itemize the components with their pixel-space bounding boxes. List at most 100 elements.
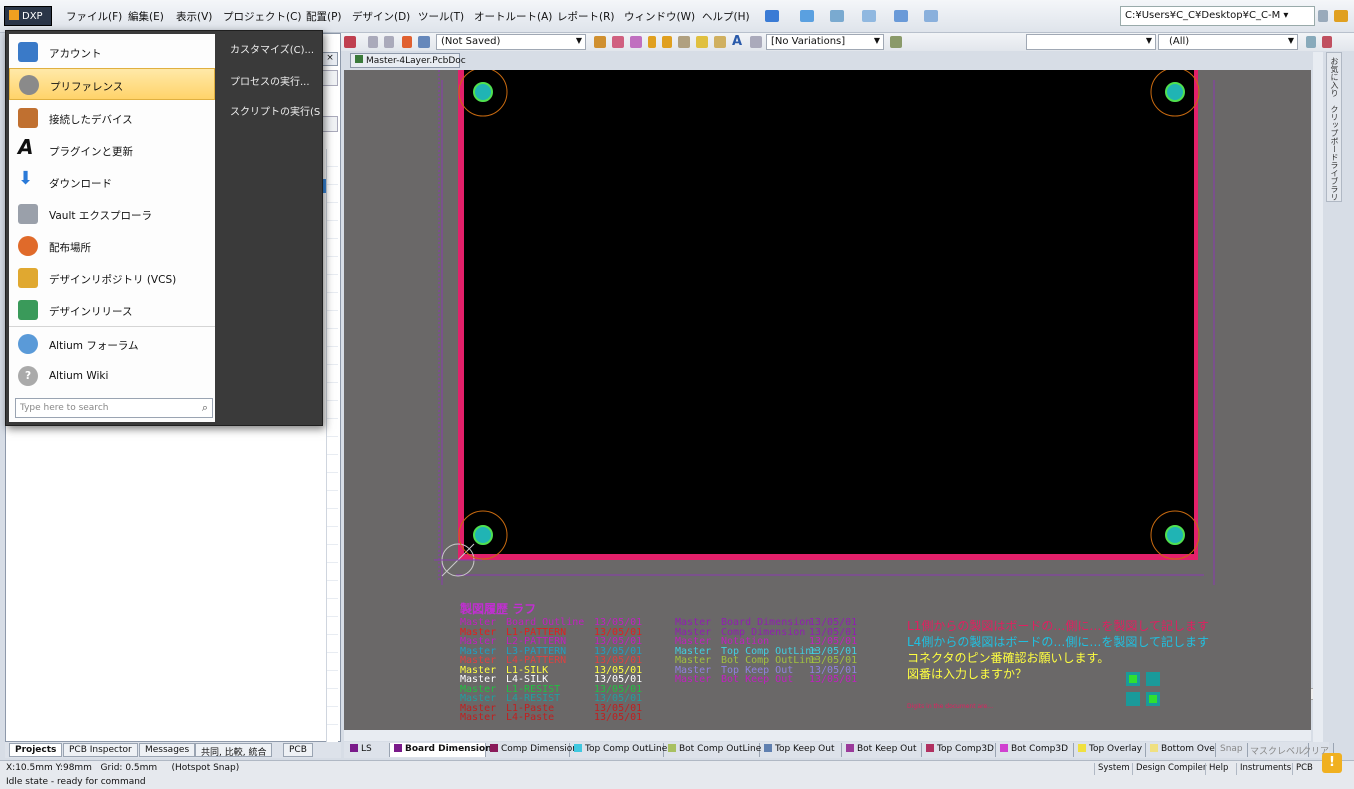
status-system-button[interactable]: System (1094, 763, 1133, 775)
menu-item-label: Altium Wiki (49, 370, 109, 382)
snap-button[interactable]: Snap (1216, 743, 1248, 757)
layer-tab[interactable]: Bot Comp OutLine (664, 743, 761, 757)
menu-item-run-process[interactable]: プロセスの実行... (230, 73, 310, 88)
menu-project[interactable]: プロジェクト(C) (223, 9, 302, 24)
chart-icon[interactable] (765, 10, 779, 22)
status-pcb-button[interactable]: PCB (1292, 763, 1316, 775)
menu-item-altium-forum[interactable]: Altium フォーラム (9, 328, 215, 360)
layer-tab[interactable]: LS (346, 743, 390, 757)
menu-item-altium-wiki[interactable]: ? Altium Wiki (9, 360, 215, 392)
import-icon[interactable] (800, 10, 814, 22)
layer-tab[interactable]: Board Dimension (390, 743, 492, 757)
menu-bar: DXP ファイル(F) 編集(E) 表示(V) プロジェクト(C) 配置(P) … (0, 0, 1354, 33)
interactive-route-icon[interactable] (612, 36, 624, 48)
document-tab[interactable]: Master-4Layer.PcbDoc (350, 53, 466, 68)
tab-favorites[interactable]: お気に入り (1329, 57, 1340, 97)
revision-date: 13/05/01 (809, 674, 858, 685)
pen-icon[interactable] (402, 36, 412, 48)
menu-item-run-script[interactable]: スクリプトの実行(S (230, 103, 320, 118)
filter-all-combo[interactable]: (All) ▼ (1158, 34, 1298, 50)
layer-tab[interactable]: Bottom Ove (1146, 743, 1216, 757)
tab-messages[interactable]: Messages (139, 743, 196, 757)
vertical-scrollbar[interactable] (1313, 52, 1323, 742)
menu-tools[interactable]: ツール(T) (418, 9, 464, 24)
menu-item-design-release[interactable]: デザインリリース (9, 294, 215, 326)
polygon-icon[interactable] (714, 36, 726, 48)
menu-search-input[interactable]: Type here to search ⌕ (15, 398, 213, 418)
tab-collab-compare[interactable]: 共同, 比較, 統合 (195, 743, 273, 758)
undo-icon[interactable] (368, 36, 378, 48)
home-icon[interactable] (1334, 10, 1348, 22)
panel-button-icon[interactable] (322, 116, 338, 132)
warning-icon[interactable]: ! (1322, 753, 1342, 773)
menu-item-vault-explorer[interactable]: Vault エクスプローラ (9, 198, 215, 230)
menu-item-connected-devices[interactable]: 接続したデバイス (9, 102, 215, 134)
menu-item-download[interactable]: ⬇ ダウンロード (9, 166, 215, 198)
status-help-button[interactable]: Help (1205, 763, 1231, 775)
panel-button-icon[interactable] (322, 70, 338, 86)
menu-design[interactable]: デザイン(D) (352, 9, 410, 24)
menu-item-preferences[interactable]: プリファレンス (9, 68, 215, 100)
fill-icon[interactable] (696, 36, 708, 48)
filter-left-combo[interactable]: ▼ (1026, 34, 1156, 50)
menu-item-label: デザインリリース (49, 306, 133, 318)
text-icon[interactable]: A (732, 35, 744, 49)
menu-item-plugins[interactable]: A プラグインと更新 (9, 134, 215, 166)
menu-window[interactable]: ウィンドウ(W) (624, 9, 695, 24)
clear-filter-icon[interactable] (1322, 36, 1332, 48)
layers-icon[interactable] (830, 10, 844, 22)
layer-tab[interactable]: Comp Dimension (486, 743, 578, 757)
diff-pair-icon[interactable] (630, 36, 642, 48)
list-icon[interactable] (862, 10, 876, 22)
redo-icon[interactable] (384, 36, 394, 48)
route-icon[interactable] (594, 36, 606, 48)
layer-tab[interactable]: Top Keep Out (760, 743, 842, 757)
menu-item-design-repository[interactable]: デザインリポジトリ (VCS) (9, 262, 215, 294)
menu-autoroute[interactable]: オートルート(A) (474, 9, 552, 24)
layer-tab[interactable]: Top Comp OutLine (570, 743, 667, 757)
variant-icon[interactable] (890, 36, 902, 48)
status-instruments-button[interactable]: Instruments (1236, 763, 1294, 775)
tab-pcb-inspector[interactable]: PCB Inspector (63, 743, 138, 757)
layer-tab[interactable]: Bot Keep Out (842, 743, 922, 757)
back-icon[interactable] (1318, 10, 1328, 22)
saved-state-combo[interactable]: (Not Saved) ▼ (436, 34, 586, 50)
menu-item-account[interactable]: アカウント (9, 36, 215, 68)
zoom-area-icon[interactable] (418, 36, 430, 48)
tab-projects[interactable]: Projects (9, 743, 63, 757)
pcb-canvas[interactable]: 製図履歴 ラフ Master Board Outline 13/05/01 Maste… (344, 70, 1311, 730)
layer-tab[interactable]: Top Overlay (1074, 743, 1146, 757)
menu-file[interactable]: ファイル(F) (66, 9, 122, 24)
tab-libraries[interactable]: ライブラリ (1329, 161, 1340, 201)
component-icon[interactable] (750, 36, 762, 48)
menu-help[interactable]: ヘルプ(H) (702, 9, 750, 24)
window-icon[interactable] (894, 10, 908, 22)
pad-icon[interactable] (662, 36, 672, 48)
status-design-compiler-button[interactable]: Design Compiler (1132, 763, 1209, 775)
pcb-note: L4側からの製図はボードの…側に…を製図して記します (907, 635, 1209, 649)
revision-table-left: Master Board Outline 13/05/01 Master L1-PATT… (460, 618, 660, 723)
clear-icon[interactable] (344, 36, 356, 48)
tab-clipboard[interactable]: クリップボード (1329, 105, 1340, 161)
menu-edit[interactable]: 編集(E) (128, 9, 164, 24)
menu-place[interactable]: 配置(P) (306, 9, 342, 24)
menu-view[interactable]: 表示(V) (176, 9, 212, 24)
menu-reports[interactable]: レポート(R) (557, 9, 615, 24)
grid-icon[interactable] (924, 10, 938, 22)
tab-pcb[interactable]: PCB (283, 743, 313, 757)
horizontal-scrollbar[interactable] (344, 730, 1311, 741)
menu-item-label: 接続したデバイス (49, 114, 133, 126)
layer-tab[interactable]: Bot Comp3D (996, 743, 1074, 757)
pcb-toolbar: (Not Saved) ▼ A [No Variations] ▼ ▼ (All) ▼ (322, 33, 1354, 51)
via-icon[interactable] (648, 36, 656, 48)
arc-icon[interactable] (678, 36, 690, 48)
workspace-path-combo[interactable]: C:¥Users¥C_C¥Desktop¥C_C-M ▾ (1120, 6, 1315, 26)
project-tree[interactable] (326, 149, 338, 749)
variations-combo[interactable]: [No Variations] ▼ (766, 34, 884, 50)
filter-icon[interactable] (1306, 36, 1316, 48)
panel-close-icon[interactable]: × (322, 52, 338, 66)
layer-tab[interactable]: Top Comp3D (922, 743, 996, 757)
dxp-menu-button[interactable]: DXP (4, 6, 52, 26)
menu-item-customize[interactable]: カスタマイズ(C)... (230, 41, 314, 56)
menu-item-publish-destinations[interactable]: 配布場所 (9, 230, 215, 262)
